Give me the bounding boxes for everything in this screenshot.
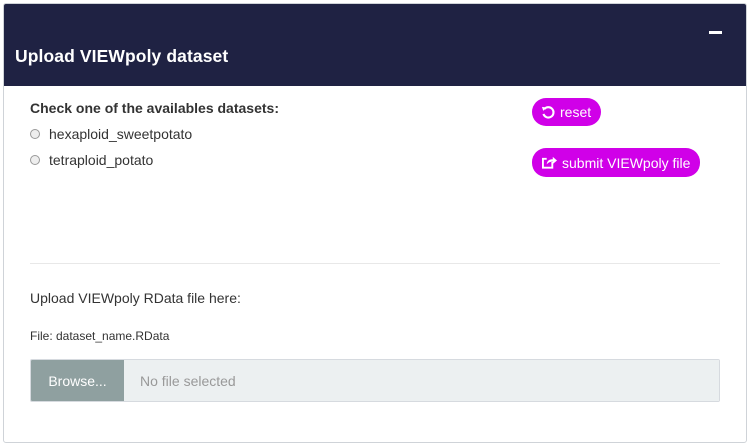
submit-label: submit VIEWpoly file: [562, 154, 691, 171]
radio-option-tetraploid[interactable]: tetraploid_potato: [30, 152, 153, 168]
datasets-label: Check one of the availables datasets:: [30, 100, 279, 116]
browse-button[interactable]: Browse...: [31, 360, 124, 401]
undo-icon: [541, 105, 555, 119]
panel-title: Upload VIEWpoly dataset: [15, 46, 229, 66]
share-square-icon: [542, 156, 557, 169]
radio-button[interactable]: [30, 129, 40, 139]
radio-label: tetraploid_potato: [49, 152, 154, 168]
upload-label: Upload VIEWpoly RData file here:: [30, 290, 241, 306]
divider: [30, 263, 720, 264]
radio-button[interactable]: [30, 155, 40, 165]
panel-header: Upload VIEWpoly dataset: [4, 4, 746, 86]
minus-icon[interactable]: [709, 31, 722, 34]
reset-button[interactable]: reset: [532, 98, 602, 126]
reset-label: reset: [560, 104, 592, 120]
file-input[interactable]: Browse... No file selected: [30, 359, 720, 402]
radio-label: hexaploid_sweetpotato: [49, 126, 193, 142]
upload-panel: Upload VIEWpoly dataset Check one of the…: [3, 3, 747, 443]
file-note: File: dataset_name.RData: [30, 329, 170, 343]
file-name-field[interactable]: No file selected: [124, 360, 719, 401]
radio-option-hexaploid[interactable]: hexaploid_sweetpotato: [30, 126, 192, 142]
submit-viewpoly-button[interactable]: submit VIEWpoly file: [532, 148, 701, 177]
